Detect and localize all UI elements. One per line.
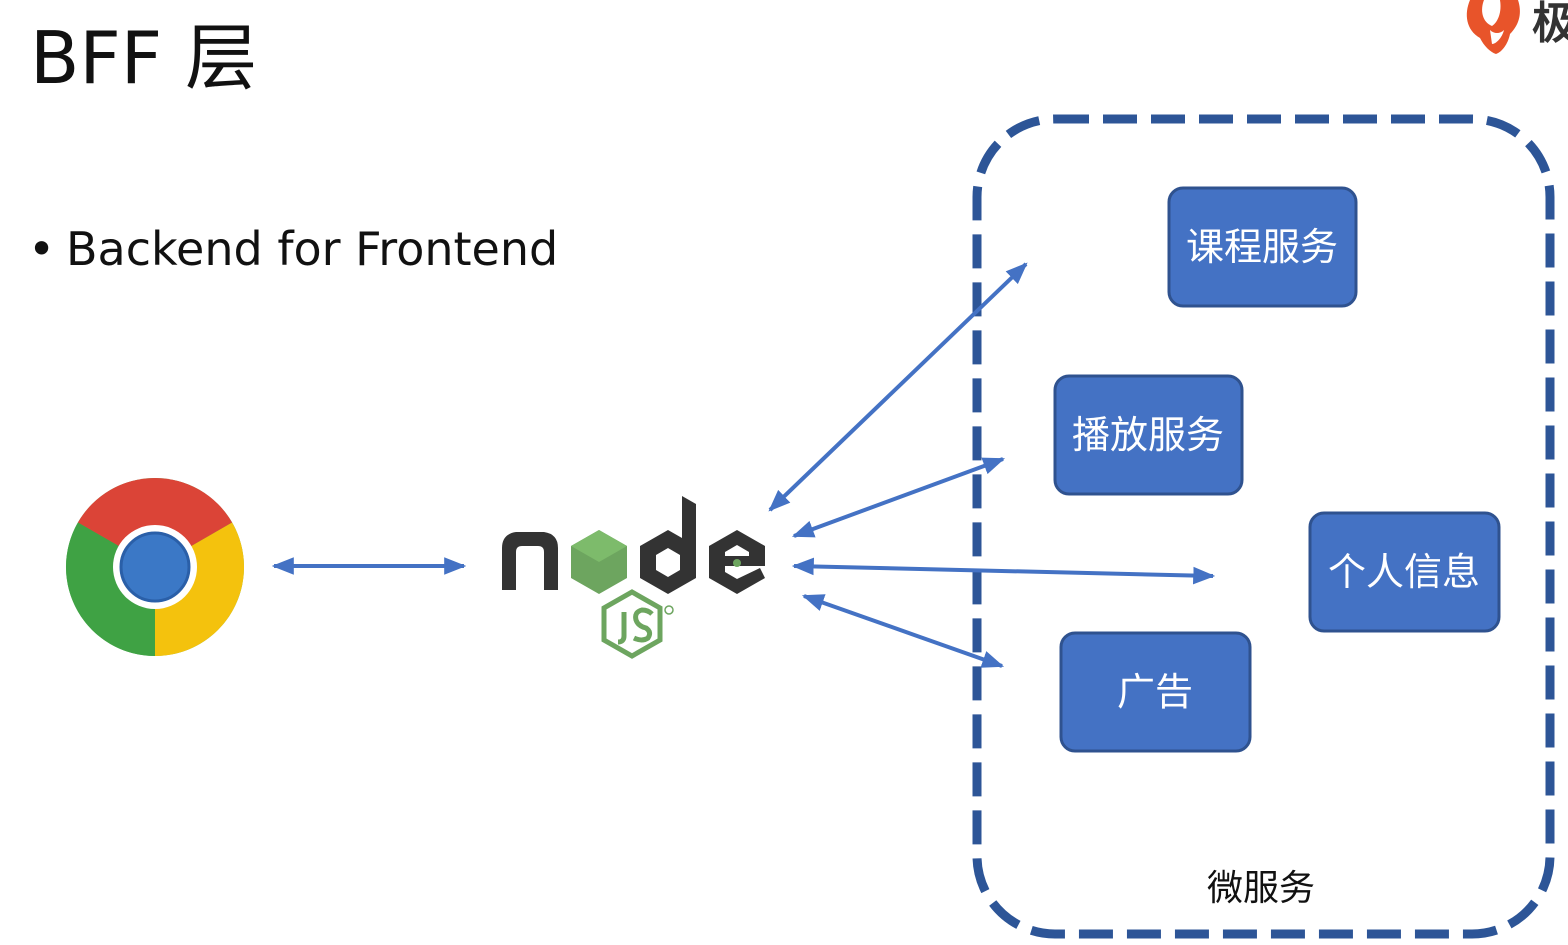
service-course-label: 课程服务 (1186, 225, 1338, 269)
service-profile: 个人信息 (1308, 511, 1501, 633)
arrow-node-to-ads (801, 594, 1005, 668)
arrow-node-to-profile (791, 557, 1216, 585)
service-ads: 广告 (1059, 631, 1252, 753)
arrow-node-to-course (768, 262, 1028, 512)
arrow-node-to-playback (791, 457, 1006, 538)
microservices-group-label: 微服务 (1207, 868, 1315, 909)
service-ads-label: 广告 (1117, 670, 1193, 714)
nodejs-logo-icon (502, 496, 765, 659)
service-playback-label: 播放服务 (1072, 413, 1224, 457)
service-playback: 播放服务 (1053, 374, 1244, 496)
bff-diagram: 微服务 课程服务 播放服务 个人信息 广告 (65, 114, 1555, 939)
chrome-browser-icon (65, 477, 245, 656)
service-profile-label: 个人信息 (1328, 550, 1480, 594)
service-course: 课程服务 (1167, 186, 1358, 308)
